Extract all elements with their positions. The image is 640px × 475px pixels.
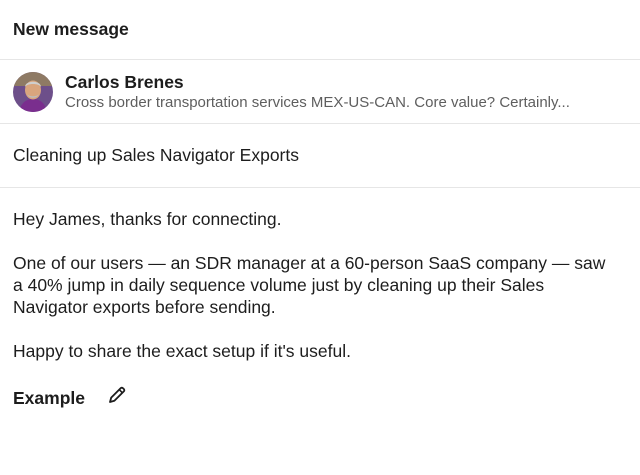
message-paragraph: Happy to share the exact setup if it's u… (13, 341, 351, 361)
message-body[interactable]: Hey James, thanks for connecting. One of… (0, 188, 640, 362)
subject-input[interactable] (13, 145, 616, 166)
recipient-row[interactable]: Carlos Brenes Cross border transportatio… (0, 60, 640, 124)
example-row: Example (0, 386, 640, 410)
message-paragraph: Hey James, thanks for connecting. (13, 209, 282, 229)
avatar-image (13, 71, 53, 112)
recipient-name[interactable]: Carlos Brenes (65, 71, 616, 93)
edit-button[interactable] (105, 383, 129, 407)
recipient-headline: Cross border transportation services MEX… (65, 93, 570, 111)
pencil-icon (109, 386, 126, 403)
example-label: Example (13, 387, 85, 408)
subject-row (0, 124, 640, 188)
recipient-info: Carlos Brenes Cross border transportatio… (65, 71, 616, 113)
compose-header: New message (0, 0, 640, 60)
compose-title: New message (13, 19, 129, 39)
avatar[interactable] (13, 71, 53, 112)
message-paragraph: One of our users — an SDR manager at a 6… (13, 253, 606, 317)
